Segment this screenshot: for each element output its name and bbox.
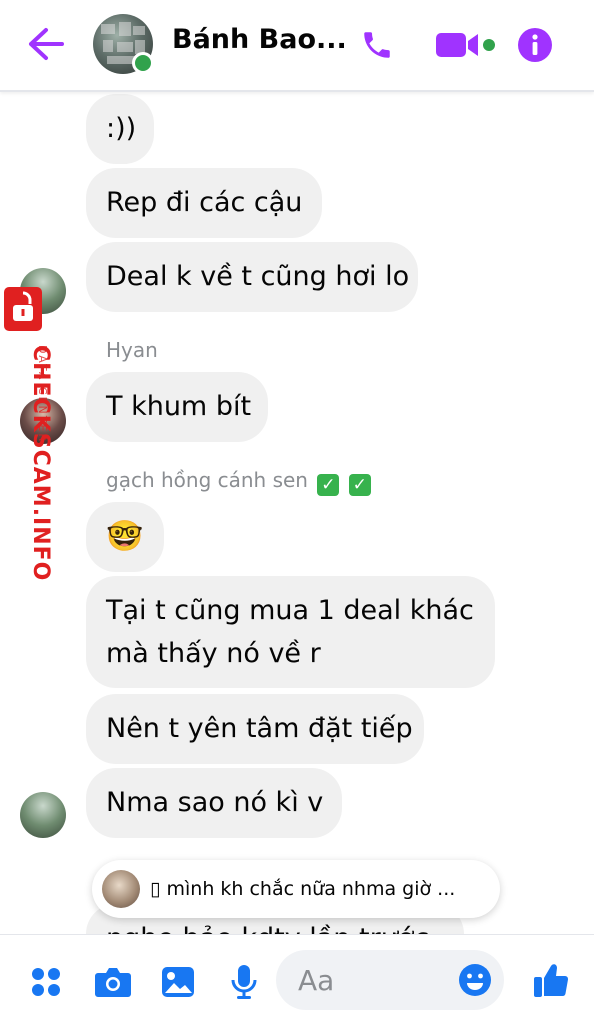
thumbs-up-icon[interactable] bbox=[532, 961, 570, 999]
check-mark-icon: ✓ bbox=[317, 474, 340, 496]
sender-avatar[interactable] bbox=[20, 792, 66, 838]
watermark-lock-badge bbox=[4, 287, 42, 331]
message-bubble[interactable]: :)) bbox=[86, 94, 154, 164]
message-bubble[interactable]: Rep đi các cậu bbox=[86, 168, 322, 238]
reply-preview-bubble[interactable]: ▯ mình kh chắc nữa nhma giờ ... bbox=[92, 860, 500, 918]
message-bubble[interactable]: Tại t cũng mua 1 deal khác mà thấy nó về… bbox=[86, 576, 495, 688]
message-input[interactable]: Aa bbox=[276, 950, 504, 1010]
sender-name: Hyan bbox=[106, 338, 158, 362]
menu-dots-icon[interactable] bbox=[30, 966, 62, 998]
composer-bar: Aa bbox=[0, 934, 594, 1025]
message-bubble[interactable]: Nma sao nó kì v bbox=[86, 768, 342, 838]
lock-icon bbox=[13, 291, 33, 321]
message-bubble[interactable]: T khum bít bbox=[86, 372, 268, 442]
emoji-message-bubble[interactable]: 🤓 bbox=[86, 502, 164, 572]
info-icon[interactable] bbox=[517, 27, 553, 63]
message-bubble[interactable]: Nên t yên tâm đặt tiếp bbox=[86, 694, 424, 764]
message-list[interactable]: :)) Rep đi các cậu Deal k về t cũng hơi … bbox=[0, 92, 594, 934]
gallery-icon[interactable] bbox=[160, 965, 196, 999]
message-input-placeholder: Aa bbox=[298, 964, 335, 997]
camera-icon[interactable] bbox=[94, 965, 132, 999]
contact-name[interactable]: Bánh Bao... bbox=[172, 24, 347, 55]
chat-header: Bánh Bao... bbox=[0, 0, 594, 92]
sender-name: gạch hồng cánh sen ✓ ✓ bbox=[106, 468, 371, 496]
message-bubble[interactable]: Deal k về t cũng hơi lo bbox=[86, 242, 418, 312]
video-icon[interactable] bbox=[434, 30, 498, 60]
watermark-subtext: DATA CENTER bbox=[36, 345, 49, 444]
phone-icon[interactable] bbox=[360, 28, 394, 62]
emoji-icon[interactable] bbox=[458, 963, 492, 997]
contact-avatar[interactable] bbox=[93, 14, 154, 74]
reply-preview-avatar bbox=[102, 870, 140, 908]
online-status-dot bbox=[132, 52, 154, 74]
check-mark-icon: ✓ bbox=[348, 474, 371, 496]
back-arrow-icon[interactable] bbox=[26, 26, 66, 62]
microphone-icon[interactable] bbox=[230, 963, 258, 1001]
